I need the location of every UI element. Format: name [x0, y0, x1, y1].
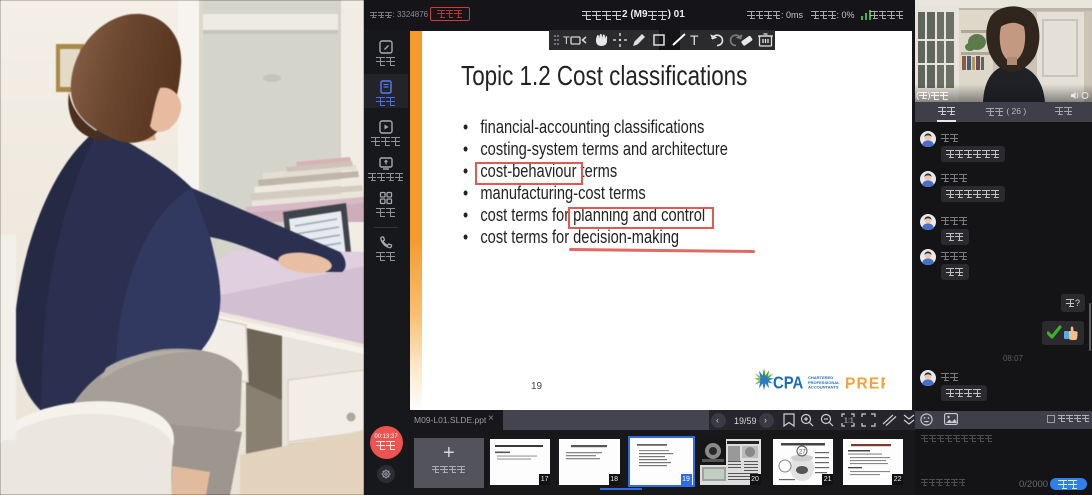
svg-text:27: 27 — [799, 449, 806, 455]
svg-text:CPA: CPA — [773, 373, 804, 392]
svg-text:T: T — [690, 32, 699, 48]
svg-text:1:1: 1:1 — [844, 418, 854, 425]
svg-text:ACCOUNTANTS: ACCOUNTANTS — [808, 385, 839, 390]
svg-text:PREP: PREP — [845, 376, 885, 393]
svg-text:T: T — [563, 35, 570, 47]
